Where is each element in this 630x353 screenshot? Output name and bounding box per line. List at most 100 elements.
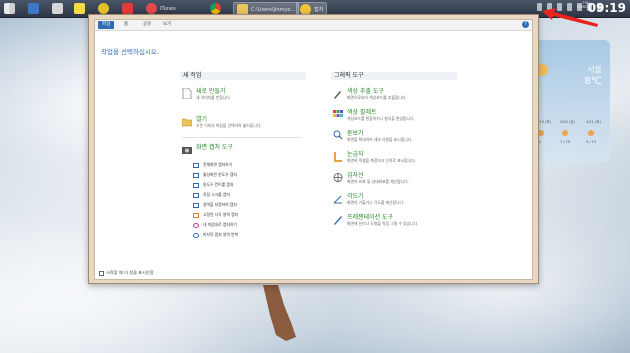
protractor-button[interactable]: 각도기 화면의 기울기나 각도를 계산합니다. (333, 193, 404, 205)
flipboard-icon (122, 3, 133, 14)
new-title: 새로 만들기 (196, 88, 226, 95)
repeat-icon (193, 232, 199, 238)
itunes-icon (146, 3, 157, 14)
chrome-icon (210, 3, 221, 14)
color-picker-button[interactable]: 색상 추출 도구 화면으로부터 색상코드를 추출합니다. (333, 88, 407, 100)
tool-desc: 화면의 픽셀을 측정하고 인치로 표시합니다. (347, 158, 416, 163)
tool-title: 눈금자 (347, 151, 364, 158)
weather-city: 서울 (587, 65, 602, 74)
itunes-label: iTunes (160, 5, 176, 12)
ruler-button[interactable]: 눈금자 화면의 픽셀을 측정하고 인치로 표시합니다. (333, 151, 416, 163)
tool-title: 색상 팔레트 (347, 109, 377, 116)
capture-option-label: 영역을 지정하여 캡처 (203, 202, 237, 207)
sticky-notes-icon (52, 3, 63, 14)
weather-day: 3/21 (토) (586, 120, 601, 124)
dont-show-label: 시작할 때 이 창을 표시안함 (106, 270, 154, 275)
tool-desc: 화면에 선이나 도형을 직접 그릴 수 있습니다. (347, 221, 419, 226)
weather-sun-icon (562, 130, 568, 136)
new-document-icon (182, 88, 192, 99)
capture-active-window[interactable]: 활성화된 윈도우 캡처 (193, 172, 237, 178)
ruler-icon (334, 152, 342, 162)
kakaotalk-icon (98, 3, 109, 14)
capture-app-window: 파일 홈 공유 보기 ? 작업을 선택하십시오. 새 작업 새로 만들기 새 이… (88, 14, 539, 284)
protractor-icon (333, 195, 342, 204)
monitor-icon (193, 162, 199, 168)
tool-title: 색상 추출 도구 (347, 88, 384, 95)
camera-icon (182, 147, 192, 154)
tool-desc: 화면의 기울기나 각도를 계산합니다. (347, 200, 405, 205)
capture-scroll[interactable]: 직접 스크롤 캡처 (193, 192, 230, 198)
tab-share[interactable]: 공유 (139, 21, 155, 29)
window-content: 파일 홈 공유 보기 ? 작업을 선택하십시오. 새 작업 새로 만들기 새 이… (94, 19, 533, 280)
capture-repeat-last[interactable]: 마지막 캡처 영역 반복 (193, 232, 238, 238)
screen-capture-title: 화면 캡처 도구 (196, 144, 233, 151)
tab-home[interactable]: 홈 (120, 21, 132, 29)
tool-title: 각도기 (347, 193, 364, 200)
capture-region[interactable]: 영역을 지정하여 캡처 (193, 202, 237, 208)
crosshair-icon (333, 173, 343, 182)
help-icon[interactable]: ? (522, 21, 529, 28)
fixed-region-icon (193, 212, 199, 218)
open-desc: 기존 이미지 파일을 선택하여 불러옵니다. (196, 123, 262, 128)
tool-title: 십자선 (347, 172, 364, 179)
section-new-task: 새 작업 (180, 72, 306, 80)
new-button[interactable]: 새로 만들기 새 이미지를 만듭니다. (182, 88, 231, 100)
open-title: 열기 (196, 116, 208, 123)
tool-desc: 색상코드를 편집하거나 형식을 변경합니다. (347, 116, 415, 121)
freeform-icon (193, 222, 199, 228)
section-graphic-tools: 그래픽 도구 (331, 72, 457, 80)
crosshair-button[interactable]: 십자선 화면의 좌표 및 상대좌표를 계산합니다. (333, 172, 409, 184)
presentation-tool-button[interactable]: 프레젠테이션 도구 화면에 선이나 도형을 직접 그릴 수 있습니다. (333, 214, 418, 226)
capture-freeform[interactable]: 내 마음대로 캡처하기 (193, 222, 237, 228)
tab-file[interactable]: 파일 (98, 21, 115, 29)
capture-option-label: 활성화된 윈도우 캡처 (203, 172, 237, 177)
taskbar-app-computer[interactable] (28, 2, 39, 15)
new-desc: 새 이미지를 만듭니다. (196, 95, 232, 100)
region-icon (193, 202, 199, 208)
screen-capture-header: 화면 캡처 도구 (182, 144, 233, 155)
capture-option-label: 직접 스크롤 캡처 (203, 192, 230, 197)
weather-range: 9 / 15 (586, 140, 597, 144)
start-button[interactable] (4, 2, 15, 15)
annotation-arrow (542, 8, 598, 27)
window-icon (193, 172, 199, 178)
capture-option-label: 고정된 사각 영역 캡처 (203, 212, 239, 217)
divider (182, 137, 302, 138)
eyedropper-icon (334, 91, 341, 99)
scroll-icon (193, 192, 199, 198)
weather-widget[interactable]: 서울 8℃ 3/19 (목) 3/20 (금) 3/21 (토) 16 7 / … (532, 40, 610, 162)
weather-range: 7 / 19 (560, 140, 571, 144)
weather-temp: 8℃ (584, 76, 602, 87)
magnifier-icon (333, 130, 343, 140)
tool-desc: 화면의 좌표 및 상대좌표를 계산합니다. (347, 179, 409, 184)
capture-fullscreen[interactable]: 전체화면 캡처하기 (193, 162, 232, 168)
color-palette-button[interactable]: 색상 팔레트 색상코드를 편집하거나 형식을 변경합니다. (333, 109, 415, 121)
taskbar-app-sticky-notes[interactable] (52, 2, 63, 15)
ribbon-tabs: 파일 홈 공유 보기 ? (95, 20, 532, 31)
tool-title: 프레젠테이션 도구 (347, 214, 394, 221)
sticky-notes-icon (74, 3, 85, 14)
windows-start-icon (4, 3, 15, 14)
tool-title: 돋보기 (347, 130, 364, 137)
open-button[interactable]: 열기 기존 이미지 파일을 선택하여 불러옵니다. (182, 116, 261, 128)
weather-day: 3/20 (금) (560, 120, 575, 124)
window-control-icon (193, 182, 199, 188)
wallpaper-figure (263, 285, 296, 341)
tool-desc: 화면을 확대하여 세부 사항을 표시합니다. (347, 137, 413, 142)
open-folder-icon (182, 118, 192, 127)
tool-desc: 화면으로부터 색상코드를 추출합니다. (347, 95, 407, 100)
dont-show-checkbox[interactable]: 시작할 때 이 창을 표시안함 (99, 270, 154, 276)
taskbar-app-notes[interactable] (74, 2, 85, 15)
capture-window-control[interactable]: 윈도우 컨트롤 캡처 (193, 182, 233, 188)
magnifier-button[interactable]: 돋보기 화면을 확대하여 세부 사항을 표시합니다. (333, 130, 412, 142)
capture-option-label: 윈도우 컨트롤 캡처 (203, 182, 234, 187)
palette-icon (333, 110, 343, 117)
tab-view[interactable]: 보기 (159, 21, 175, 29)
checkbox[interactable] (99, 270, 104, 276)
capture-fixed-region[interactable]: 고정된 사각 영역 캡처 (193, 212, 238, 218)
capture-option-label: 내 마음대로 캡처하기 (203, 222, 237, 227)
pen-icon (334, 216, 342, 225)
capture-label: 캡처 (314, 7, 324, 13)
weather-sun-icon (588, 130, 594, 136)
capture-option-label: 전체화면 캡처하기 (203, 162, 233, 167)
